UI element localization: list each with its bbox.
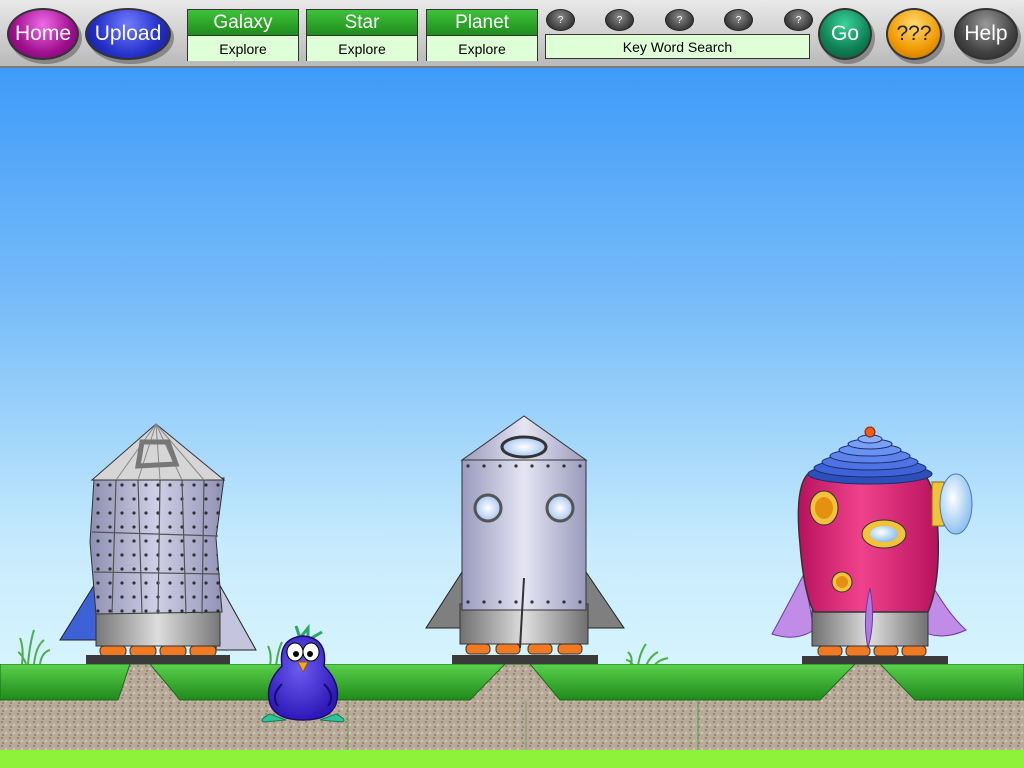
mystery-button[interactable]: ???	[886, 8, 942, 60]
home-button-label: Home	[14, 22, 72, 45]
star-explore-panel: Star Explore	[306, 9, 418, 61]
question-button-4[interactable]: ?	[724, 9, 753, 31]
planet-explore-panel: Planet Explore	[426, 9, 538, 61]
upload-button-label: Upload	[94, 22, 162, 45]
question-button-2[interactable]: ?	[605, 9, 634, 31]
go-button-label: Go	[830, 22, 859, 45]
galaxy-explore-button[interactable]: Explore	[188, 36, 298, 61]
question-button-5[interactable]: ?	[784, 9, 813, 31]
help-button[interactable]: Help	[954, 8, 1018, 60]
planet-title: Planet	[427, 10, 537, 36]
home-button[interactable]: Home	[7, 8, 79, 60]
go-button[interactable]: Go	[818, 8, 872, 60]
upload-button[interactable]: Upload	[85, 8, 171, 60]
top-toolbar: Home Upload Galaxy Explore Star Explore …	[0, 0, 1024, 68]
galaxy-explore-panel: Galaxy Explore	[187, 9, 299, 61]
riveted-rocket[interactable]	[56, 422, 260, 666]
question-button-1[interactable]: ?	[546, 9, 575, 31]
grass-tuft-icon	[18, 629, 51, 665]
star-explore-button[interactable]: Explore	[307, 36, 417, 61]
planet-explore-button[interactable]: Explore	[427, 36, 537, 61]
help-button-label: Help	[964, 22, 1008, 45]
galaxy-title: Galaxy	[188, 10, 298, 36]
star-title: Star	[307, 10, 417, 36]
question-button-3[interactable]: ?	[665, 9, 694, 31]
silver-rocket[interactable]	[424, 414, 626, 666]
keyword-search-field[interactable]: Key Word Search	[545, 34, 810, 59]
penguin-mascot[interactable]	[256, 622, 350, 726]
mystery-button-label: ???	[896, 22, 932, 45]
ground-terrain	[0, 664, 1024, 768]
pink-rocket[interactable]	[770, 424, 976, 666]
